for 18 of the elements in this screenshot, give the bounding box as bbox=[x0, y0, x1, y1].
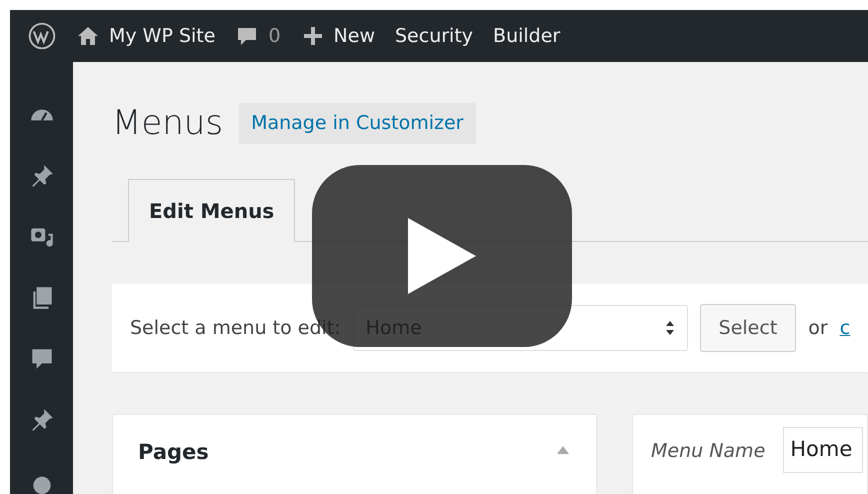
admin-bar-link[interactable]: New bbox=[334, 22, 375, 50]
comment-count[interactable]: 0 bbox=[268, 22, 281, 50]
admin-bar-link[interactable]: Security bbox=[395, 22, 474, 50]
admin-bar-link[interactable]: My WP Site bbox=[109, 22, 216, 50]
play-icon bbox=[406, 216, 478, 296]
edit-tab[interactable]: Edit Menus bbox=[128, 179, 296, 242]
select-arrows-icon bbox=[664, 320, 675, 336]
page-title: Menus bbox=[112, 102, 224, 145]
create-menu-link[interactable]: c bbox=[840, 314, 850, 342]
select-button[interactable]: Select bbox=[700, 304, 796, 352]
pages-panel-title: Pages bbox=[138, 439, 209, 466]
home-icon[interactable] bbox=[76, 24, 100, 48]
menu-name-label: Menu Name bbox=[651, 439, 766, 464]
or-text: or bbox=[808, 316, 828, 341]
wordpress-logo-icon[interactable] bbox=[28, 22, 56, 50]
manage-customizer-button[interactable]: Manage in Customizer bbox=[239, 103, 476, 144]
menu-name-field[interactable]: Home bbox=[783, 427, 864, 472]
admin-bar-link[interactable]: Builder bbox=[493, 22, 560, 50]
